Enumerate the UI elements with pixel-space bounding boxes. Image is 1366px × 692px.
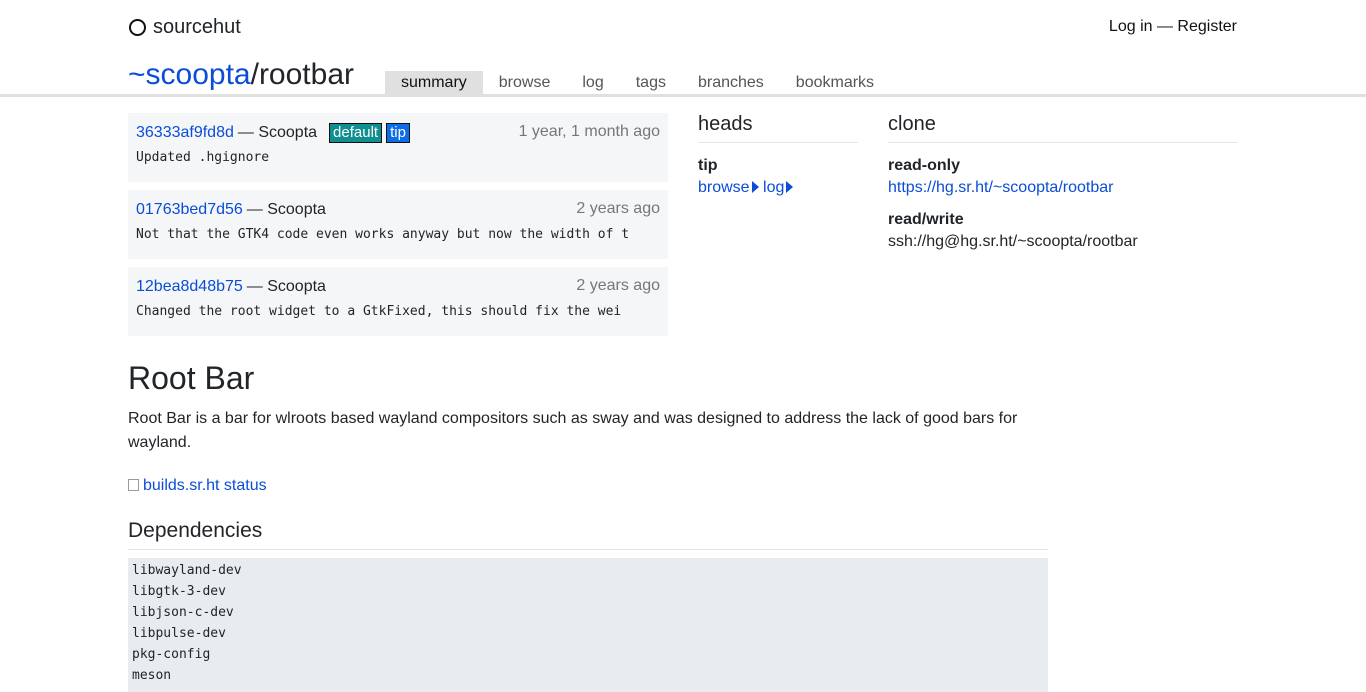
commit-item: 36333af9fd8d — Scoopta default tip 1 yea… (128, 113, 668, 182)
readme-intro: Root Bar is a bar for wlroots based wayl… (128, 410, 1018, 451)
brand-link[interactable]: sourcehut (129, 16, 241, 39)
tab-browse[interactable]: browse (483, 71, 567, 94)
head-name: tip (698, 157, 718, 174)
readme-title: Root Bar (128, 360, 255, 396)
commit-hash-link[interactable]: 01763bed7d56 (136, 201, 243, 219)
tab-bookmarks[interactable]: bookmarks (780, 71, 890, 94)
commit-author: — Scoopta (237, 124, 318, 141)
tab-log[interactable]: log (566, 71, 619, 94)
caret-right-icon (751, 181, 759, 193)
register-link[interactable]: Register (1177, 18, 1237, 35)
head-log-link[interactable]: log (763, 179, 784, 196)
clone-heading: clone (888, 113, 1238, 143)
tab-branches[interactable]: branches (682, 71, 780, 94)
repo-header: ~scoopta/rootbar summary browse log tags… (0, 56, 1366, 97)
repo-title: ~scoopta/rootbar (128, 57, 354, 93)
head-browse-link[interactable]: browse (698, 179, 750, 196)
commit-message: Changed the root widget to a GtkFixed, t… (136, 304, 622, 319)
commit-item: 12bea8d48b75 — Scoopta 2 years ago Chang… (128, 267, 668, 336)
build-status-alt: builds.sr.ht status (143, 477, 267, 494)
commit-hash-link[interactable]: 12bea8d48b75 (136, 278, 243, 296)
commit-item: 01763bed7d56 — Scoopta 2 years ago Not t… (128, 190, 668, 259)
heads-panel: heads tip browse log (698, 113, 858, 197)
login-link[interactable]: Log in (1109, 18, 1153, 35)
top-bar: sourcehut Log in — Register (0, 0, 1366, 56)
branch-badge-default[interactable]: default (329, 123, 383, 143)
clone-readonly-label: read-only (888, 157, 961, 174)
build-status-badge-link[interactable]: builds.sr.ht status (128, 477, 267, 495)
commit-message: Updated .hgignore (136, 150, 270, 165)
ring-icon (129, 19, 146, 36)
dependencies-heading: Dependencies (128, 519, 1048, 550)
head-browse-label: browse (698, 179, 750, 196)
commit-author: — Scoopta (246, 278, 326, 295)
repo-tabs: summary browse log tags branches bookmar… (385, 71, 890, 94)
commit-list: 36333af9fd8d — Scoopta default tip 1 yea… (128, 113, 668, 344)
clone-readwrite-url: ssh://hg@hg.sr.ht/~scoopta/rootbar (888, 233, 1138, 250)
caret-right-icon (786, 181, 794, 193)
commit-time-link[interactable]: 2 years ago (576, 277, 660, 295)
tab-tags[interactable]: tags (620, 71, 682, 94)
clone-panel: clone read-only https://hg.sr.ht/~scoopt… (888, 113, 1238, 251)
auth-separator: — (1156, 18, 1173, 35)
clone-readonly-url[interactable]: https://hg.sr.ht/~scoopta/rootbar (888, 179, 1113, 196)
dependencies-code-block: libwayland-dev libgtk-3-dev libjson-c-de… (128, 558, 1048, 692)
commit-time-link[interactable]: 1 year, 1 month ago (519, 123, 660, 141)
commit-time-link[interactable]: 2 years ago (576, 200, 660, 218)
tab-summary[interactable]: summary (385, 71, 483, 94)
commit-message: Not that the GTK4 code even works anyway… (136, 227, 630, 242)
commit-author: — Scoopta (246, 201, 326, 218)
clone-readwrite-label: read/write (888, 211, 964, 228)
repo-owner-link[interactable]: ~scoopta (128, 58, 251, 91)
brand-name: sourcehut (153, 16, 241, 38)
heads-heading: heads (698, 113, 858, 143)
repo-name: rootbar (258, 58, 354, 91)
branch-badge-tip[interactable]: tip (386, 123, 410, 143)
broken-image-icon (128, 479, 139, 491)
repo-slash: / (250, 58, 259, 91)
readme: Root Bar Root Bar is a bar for wlroots b… (128, 360, 1048, 692)
commit-hash-link[interactable]: 36333af9fd8d (136, 124, 234, 142)
auth-links: Log in — Register (1109, 18, 1237, 36)
head-log-label: log (763, 179, 785, 196)
